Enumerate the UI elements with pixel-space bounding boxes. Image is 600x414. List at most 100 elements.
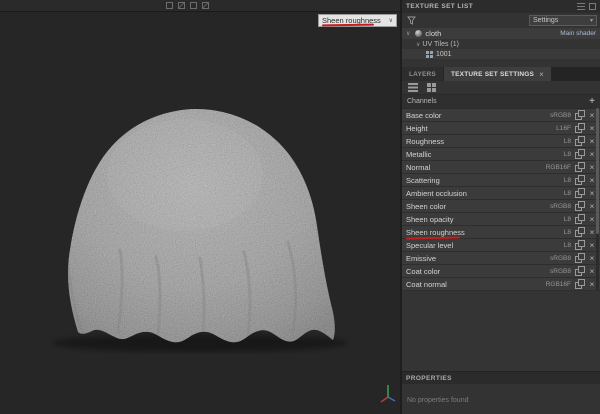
- channel-row[interactable]: Ambient occlusion L8 ×: [402, 187, 600, 200]
- delete-channel-icon[interactable]: ×: [588, 266, 596, 276]
- channel-copy-icon[interactable]: [575, 266, 585, 276]
- texture-set-name: cloth: [425, 29, 441, 38]
- texture-set-list-title: TEXTURE SET LIST: [406, 3, 473, 10]
- channel-copy-icon[interactable]: [575, 162, 585, 172]
- channel-row[interactable]: Scattering L8 ×: [402, 174, 600, 187]
- chevron-down-icon: ∨: [406, 30, 410, 37]
- toolbar-icon-2[interactable]: [178, 2, 185, 9]
- close-tab-icon[interactable]: ×: [539, 70, 544, 79]
- delete-channel-icon[interactable]: ×: [588, 110, 596, 120]
- channel-copy-icon[interactable]: [575, 175, 585, 185]
- delete-channel-icon[interactable]: ×: [588, 149, 596, 159]
- channel-format: sRGB8: [550, 268, 571, 275]
- channel-row[interactable]: Coat normal RGB16F ×: [402, 278, 600, 291]
- channel-row[interactable]: Height L16F ×: [402, 122, 600, 135]
- channel-format: sRGB8: [550, 203, 571, 210]
- channel-name: Emissive: [406, 254, 550, 263]
- channel-copy-icon[interactable]: [575, 188, 585, 198]
- channel-format: L8: [564, 151, 571, 158]
- viewport-toolbar: [0, 0, 400, 12]
- delete-channel-icon[interactable]: ×: [588, 175, 596, 185]
- channel-row[interactable]: Base color sRGB8 ×: [402, 109, 600, 122]
- channel-copy-icon[interactable]: [575, 149, 585, 159]
- channel-copy-icon[interactable]: [575, 123, 585, 133]
- delete-channel-icon[interactable]: ×: [588, 162, 596, 172]
- channel-copy-icon[interactable]: [575, 279, 585, 289]
- channel-copy-icon[interactable]: [575, 253, 585, 263]
- channel-name: Height: [406, 124, 556, 133]
- channel-copy-icon[interactable]: [575, 240, 585, 250]
- chevron-down-icon: ∨: [389, 17, 393, 24]
- chevron-down-icon: ∨: [416, 41, 420, 48]
- channel-row[interactable]: Roughness L8 ×: [402, 135, 600, 148]
- delete-channel-icon[interactable]: ×: [588, 123, 596, 133]
- delete-channel-icon[interactable]: ×: [588, 188, 596, 198]
- channel-copy-icon[interactable]: [575, 136, 585, 146]
- settings-empty-area: [402, 291, 600, 371]
- channel-row[interactable]: Sheen roughness L8 ×: [402, 226, 600, 239]
- cloth-mesh[interactable]: [0, 0, 400, 414]
- channel-format: L16F: [556, 125, 571, 132]
- delete-channel-icon[interactable]: ×: [588, 240, 596, 250]
- channel-row[interactable]: Specular level L8 ×: [402, 239, 600, 252]
- properties-title: PROPERTIES: [406, 375, 452, 382]
- texture-set-settings-row: Settings ▾: [402, 13, 600, 28]
- properties-empty-message: No properties found: [407, 397, 468, 404]
- channel-name: Coat color: [406, 267, 550, 276]
- channel-scrollbar[interactable]: [596, 108, 599, 290]
- channel-copy-icon[interactable]: [575, 227, 585, 237]
- delete-channel-icon[interactable]: ×: [588, 201, 596, 211]
- channel-row[interactable]: Sheen opacity L8 ×: [402, 213, 600, 226]
- settings-dropdown[interactable]: Settings ▾: [529, 15, 597, 26]
- right-panel: TEXTURE SET LIST Settings ▾ ∨ cloth Main…: [400, 0, 600, 414]
- uv-tile-id: 1001: [436, 51, 452, 58]
- channel-copy-icon[interactable]: [575, 214, 585, 224]
- channel-name: Metallic: [406, 150, 564, 159]
- channel-name: Scattering: [406, 176, 564, 185]
- delete-channel-icon[interactable]: ×: [588, 214, 596, 224]
- delete-channel-icon[interactable]: ×: [588, 227, 596, 237]
- tab-layers[interactable]: LAYERS: [402, 67, 443, 81]
- panel-menu-icon[interactable]: [577, 3, 585, 10]
- channel-row[interactable]: Normal RGB16F ×: [402, 161, 600, 174]
- channel-format: RGB16F: [546, 164, 571, 171]
- channel-name: Base color: [406, 111, 550, 120]
- main-shader-link[interactable]: Main shader: [560, 30, 596, 37]
- channel-name: Sheen roughness: [406, 228, 564, 237]
- layers-stack-icon[interactable]: [407, 82, 419, 93]
- uv-tile-1001[interactable]: 1001: [402, 49, 600, 59]
- grid-view-icon[interactable]: [426, 82, 437, 93]
- toolbar-icon-4[interactable]: [202, 2, 209, 9]
- panel-float-icon[interactable]: [589, 3, 596, 10]
- toolbar-icon-3[interactable]: [190, 2, 197, 9]
- channel-name: Sheen opacity: [406, 215, 564, 224]
- uv-tiles-group[interactable]: ∨ UV Tiles (1): [402, 39, 600, 49]
- channel-copy-icon[interactable]: [575, 110, 585, 120]
- axis-gizmo[interactable]: [377, 382, 399, 404]
- channel-format: L8: [564, 177, 571, 184]
- channel-row[interactable]: Metallic L8 ×: [402, 148, 600, 161]
- toolbar-icon-1[interactable]: [166, 2, 173, 9]
- delete-channel-icon[interactable]: ×: [588, 253, 596, 263]
- filter-icon[interactable]: [407, 16, 416, 25]
- delete-channel-icon[interactable]: ×: [588, 279, 596, 289]
- viewport-3d[interactable]: Sheen roughness ∨: [0, 0, 400, 414]
- channel-row[interactable]: Emissive sRGB8 ×: [402, 252, 600, 265]
- delete-channel-icon[interactable]: ×: [588, 136, 596, 146]
- channel-row[interactable]: Coat color sRGB8 ×: [402, 265, 600, 278]
- app-window: Sheen roughness ∨ TEXTURE SET LIST Setti…: [0, 0, 600, 414]
- channel-format: sRGB8: [550, 255, 571, 262]
- panel-tabbar: LAYERS TEXTURE SET SETTINGS ×: [402, 67, 600, 81]
- scrollbar-thumb[interactable]: [596, 108, 599, 234]
- texture-set-item-cloth[interactable]: ∨ cloth Main shader: [402, 28, 600, 39]
- add-channel-button[interactable]: +: [589, 97, 595, 107]
- texture-set-list-header: TEXTURE SET LIST: [402, 0, 600, 13]
- channel-format: L8: [564, 216, 571, 223]
- panel-spacer: [402, 59, 600, 67]
- channel-copy-icon[interactable]: [575, 201, 585, 211]
- tab-texture-set-settings[interactable]: TEXTURE SET SETTINGS ×: [444, 67, 551, 81]
- channel-format: L8: [564, 242, 571, 249]
- dropdown-caret-icon: ▾: [590, 17, 593, 24]
- channel-name: Coat normal: [406, 280, 546, 289]
- channel-row[interactable]: Sheen color sRGB8 ×: [402, 200, 600, 213]
